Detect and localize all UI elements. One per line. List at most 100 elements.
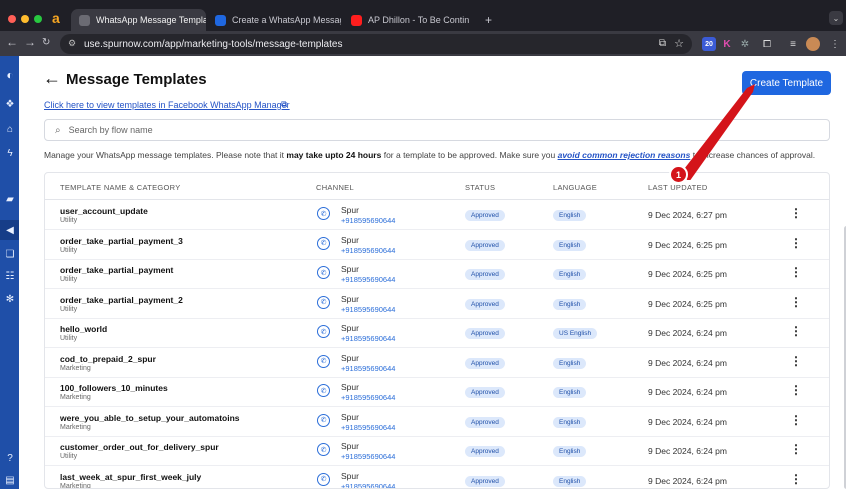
row-menu-icon[interactable]: ⋮ — [790, 236, 802, 250]
facebook-manager-link[interactable]: Click here to view templates in Facebook… — [44, 100, 290, 110]
spur-favicon-icon — [215, 14, 226, 26]
extension-k-icon[interactable]: K — [720, 37, 734, 51]
site-info-icon[interactable]: ⚙ — [68, 38, 76, 49]
bookmark-star-icon[interactable]: ☆ — [674, 37, 684, 50]
browser-toolbar: ← → ↻ ⚙ use.spurnow.com/app/marketing-to… — [0, 31, 846, 56]
row-menu-icon[interactable]: ⋮ — [790, 206, 802, 220]
status-badge: Approved — [465, 269, 505, 280]
header-status: STATUS — [465, 183, 496, 192]
channel-name: Spur — [341, 323, 359, 333]
automation-bolt-icon[interactable]: ϟ — [4, 147, 16, 159]
help-icon[interactable]: ? — [4, 452, 16, 464]
language-badge: English — [553, 387, 587, 398]
chat-icon[interactable]: ▰ — [4, 193, 16, 205]
home-icon[interactable]: ⌂ — [4, 123, 16, 135]
table-row[interactable]: order_take_partial_payment_3 Utility ✆ Spur… — [45, 231, 829, 260]
row-menu-icon[interactable]: ⋮ — [790, 472, 802, 486]
back-nav-icon[interactable]: ← — [6, 35, 18, 49]
template-category: Marketing — [60, 482, 91, 489]
row-menu-icon[interactable]: ⋮ — [790, 324, 802, 338]
template-name[interactable]: order_take_partial_payment_3 — [60, 236, 183, 246]
row-menu-icon[interactable]: ⋮ — [790, 295, 802, 309]
table-row[interactable]: user_account_update Utility ✆ Spur +91859569… — [45, 201, 829, 230]
chats-icon[interactable]: ❏ — [4, 248, 16, 260]
row-menu-icon[interactable]: ⋮ — [790, 383, 802, 397]
reload-icon[interactable]: ↻ — [42, 37, 50, 48]
template-name[interactable]: cod_to_prepaid_2_spur — [60, 354, 156, 364]
last-updated: 9 Dec 2024, 6:24 pm — [648, 328, 727, 338]
template-name[interactable]: last_week_at_spur_first_week_july — [60, 472, 201, 482]
table-row[interactable]: last_week_at_spur_first_week_july Marketi… — [45, 467, 829, 489]
whatsapp-icon: ✆ — [317, 443, 330, 456]
spur-logo-icon[interactable]: ◐ — [4, 68, 16, 82]
template-name[interactable]: 100_followers_10_minutes — [60, 383, 168, 393]
row-menu-icon[interactable]: ⋮ — [790, 413, 802, 427]
profile-avatar[interactable] — [806, 37, 820, 51]
whatsapp-icon: ✆ — [317, 384, 330, 397]
table-row[interactable]: hello_world Utility ✆ Spur +918595690644 Appr… — [45, 319, 829, 348]
spur-favicon-icon — [79, 14, 90, 26]
address-bar[interactable]: ⚙ use.spurnow.com/app/marketing-tools/me… — [60, 34, 692, 54]
template-name[interactable]: hello_world — [60, 324, 107, 334]
channel-number: +918595690644 — [341, 334, 396, 343]
template-category: Utility — [60, 217, 78, 224]
row-menu-icon[interactable]: ⋮ — [790, 354, 802, 368]
template-name[interactable]: were_you_able_to_setup_your_automatoins — [60, 413, 240, 423]
extension-icon[interactable]: ✲ — [738, 37, 752, 51]
status-badge: Approved — [465, 328, 505, 339]
settings-gear-icon[interactable]: ✻ — [4, 293, 16, 305]
channel-name: Spur — [341, 352, 359, 363]
template-name[interactable]: customer_order_out_for_delivery_spur — [60, 442, 219, 452]
language-badge: English — [553, 357, 587, 369]
template-name[interactable]: user_account_update — [60, 206, 148, 216]
template-category: Marketing — [60, 394, 91, 401]
channel-name: Spur — [341, 441, 359, 451]
channel-name: Spur — [341, 264, 359, 274]
tab-create-whatsapp[interactable]: Create a WhatsApp Message ✕ — [207, 9, 341, 31]
contacts-icon[interactable]: ☷ — [4, 270, 16, 282]
header-name: TEMPLATE NAME & CATEGORY — [60, 183, 181, 192]
cast-icon[interactable]: ⧉ — [659, 38, 666, 49]
tab-search-icon[interactable]: ⌄ — [829, 11, 843, 25]
template-category: Utility — [60, 305, 78, 313]
table-row[interactable]: were_you_able_to_setup_your_automatoins M… — [45, 408, 829, 437]
annotation-arrow — [681, 84, 755, 180]
megaphone-icon[interactable]: ◀ — [4, 224, 16, 236]
browser-tab-strip: a WhatsApp Message Templat ✕ Create a Wh… — [0, 0, 846, 31]
table-row[interactable]: 100_followers_10_minutes Marketing ✆ Spur +9… — [45, 378, 829, 407]
last-updated: 9 Dec 2024, 6:24 pm — [648, 446, 727, 456]
row-menu-icon[interactable]: ⋮ — [790, 442, 802, 456]
maximize-window-button[interactable] — [34, 15, 42, 23]
tab-youtube[interactable]: AP Dhillon - To Be Contin ✕ — [343, 9, 475, 31]
row-menu-icon[interactable]: ⋮ — [790, 265, 802, 279]
close-window-button[interactable] — [8, 15, 16, 23]
status-badge: Approved — [465, 210, 505, 221]
extensions-puzzle-icon[interactable]: ⧠ — [760, 37, 774, 51]
status-badge: Approved — [465, 387, 505, 398]
table-row[interactable]: order_take_partial_payment Utility ✆ Spur +9… — [45, 260, 829, 289]
tab-whatsapp-templates[interactable]: WhatsApp Message Templat ✕ — [71, 9, 206, 31]
template-name[interactable]: order_take_partial_payment — [60, 265, 173, 275]
table-row[interactable]: cod_to_prepaid_2_spur Marketing ✆ Spur +9185… — [45, 349, 829, 378]
language-badge: English — [553, 210, 587, 221]
new-tab-button[interactable]: + — [477, 9, 497, 31]
docs-icon[interactable]: ▤ — [4, 474, 16, 486]
external-link-icon[interactable]: ⧉ — [281, 99, 287, 110]
channel-number: +918595690644 — [341, 216, 396, 225]
language-badge: English — [553, 475, 587, 487]
channel-number: +918595690644 — [341, 245, 396, 255]
back-arrow-icon[interactable]: ← — [43, 68, 61, 89]
extension-badge-icon[interactable]: 20 — [702, 37, 716, 51]
forward-nav-icon[interactable]: → — [24, 35, 36, 49]
chrome-menu-icon[interactable]: ⋮ — [828, 37, 842, 51]
table-row[interactable]: customer_order_out_for_delivery_spur Util… — [45, 437, 829, 466]
channel-number: +918595690644 — [341, 481, 396, 489]
minimize-window-button[interactable] — [21, 15, 29, 23]
amazon-icon[interactable]: a — [52, 10, 60, 26]
dashboard-icon[interactable]: ❖ — [4, 98, 16, 110]
main-content: ← Message Templates Click here to view t… — [19, 56, 846, 489]
reading-list-icon[interactable]: ≡ — [786, 37, 800, 51]
template-name[interactable]: order_take_partial_payment_2 — [60, 295, 183, 305]
channel-number: +918595690644 — [341, 393, 396, 402]
table-row[interactable]: order_take_partial_payment_2 Utility ✆ Spur… — [45, 290, 829, 319]
